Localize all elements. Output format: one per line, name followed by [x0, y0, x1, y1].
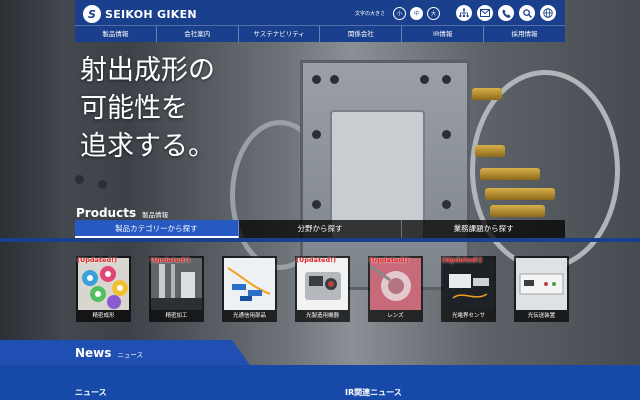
product-card-precision-machining[interactable]: (Updated!) 精密加工: [149, 256, 204, 322]
search-icon[interactable]: [519, 5, 535, 21]
mail-icon[interactable]: [477, 5, 493, 21]
updated-badge: (Updated!): [442, 256, 483, 264]
header-icons: [456, 5, 556, 21]
sitemap-icon[interactable]: [456, 5, 472, 21]
products-title: Products: [76, 206, 137, 220]
product-card-efield-sensor[interactable]: (Updated!) 光電界センサ: [441, 256, 496, 322]
nav-sustainability[interactable]: サステナビリティ: [239, 26, 321, 42]
nav-company[interactable]: 会社案内: [157, 26, 239, 42]
globe-icon[interactable]: [540, 5, 556, 21]
product-card-optical-transmitter[interactable]: 光伝送装置: [514, 256, 569, 322]
font-size-switcher: 文字の大きさ 小 中 大: [355, 7, 441, 20]
main-nav: 製品情報 会社案内 サステナビリティ 関係会社 IR情報 採用情報: [75, 25, 565, 42]
font-size-large-button[interactable]: 大: [427, 7, 441, 20]
product-card-label: 光電界センサ: [451, 313, 485, 319]
site-header: S SEIKOH GIKEN 文字の大きさ 小 中 大 製品情報 会社案内 サス…: [75, 0, 565, 42]
updated-badge: (Updated!): [150, 256, 191, 264]
news-column-heading[interactable]: ニュース: [75, 387, 107, 400]
updated-badge: (Updated!): [77, 256, 118, 264]
product-card-optical-components[interactable]: 光通信用部品: [222, 256, 277, 322]
news-subtitle: ニュース: [117, 351, 144, 359]
product-image: [78, 258, 129, 310]
product-card-label: 精密成形: [92, 313, 115, 319]
product-card-label: 光製造用機器: [305, 313, 339, 319]
font-size-medium-button[interactable]: 中: [410, 7, 424, 20]
font-size-label: 文字の大きさ: [355, 11, 386, 17]
nav-ir[interactable]: IR情報: [402, 26, 485, 42]
tab-issue[interactable]: 業務課題から探す: [402, 220, 565, 238]
product-card-optical-equipment[interactable]: (Updated!) 光製造用機器: [295, 256, 350, 322]
product-image: [224, 258, 275, 310]
updated-badge: (Updated!): [296, 256, 337, 264]
font-size-small-button[interactable]: 小: [393, 7, 407, 20]
hero-headline: 射出成形の 可能性を 追求する。: [80, 55, 215, 162]
machine-side-panel: [0, 0, 60, 365]
ir-news-column-heading[interactable]: IR関連ニュース: [345, 387, 402, 400]
product-card-label: 光通信用部品: [232, 313, 266, 319]
product-card-label: レンズ: [387, 313, 404, 319]
phone-icon[interactable]: [498, 5, 514, 21]
product-image: [370, 258, 421, 310]
nav-affiliates[interactable]: 関係会社: [320, 26, 403, 42]
updated-badge: (Updated!): [369, 256, 410, 264]
news-heading: News ニュース: [75, 346, 143, 360]
products-subtitle: 製品情報: [142, 211, 169, 219]
product-card-precision-molding[interactable]: (Updated!) 精密成形: [76, 256, 131, 322]
nav-products[interactable]: 製品情報: [75, 26, 157, 42]
product-image: [516, 258, 567, 310]
product-image: [443, 258, 494, 310]
product-tabs: 製品カテゴリーから探す 分野から探す 業務課題から探す: [75, 220, 565, 238]
products-heading: Products 製品情報: [76, 206, 168, 220]
logo-text: SEIKOH GIKEN: [105, 7, 197, 21]
logo[interactable]: S SEIKOH GIKEN: [83, 5, 197, 23]
nav-careers[interactable]: 採用情報: [484, 26, 565, 42]
tab-category[interactable]: 製品カテゴリーから探す: [75, 220, 239, 238]
tab-underline-bar: [0, 238, 640, 242]
product-image: [151, 258, 202, 310]
logo-mark-icon: S: [83, 5, 101, 23]
product-card-label: 光伝送装置: [527, 313, 556, 319]
product-image: [297, 258, 348, 310]
product-card-lens[interactable]: (Updated!) レンズ: [368, 256, 423, 322]
product-card-label: 精密加工: [165, 313, 188, 319]
product-cards: (Updated!) 精密成形 (Updated!) 精密加工 光通信用部品 (…: [76, 256, 569, 322]
tab-field[interactable]: 分野から探す: [239, 220, 403, 238]
news-title: News: [75, 346, 112, 360]
